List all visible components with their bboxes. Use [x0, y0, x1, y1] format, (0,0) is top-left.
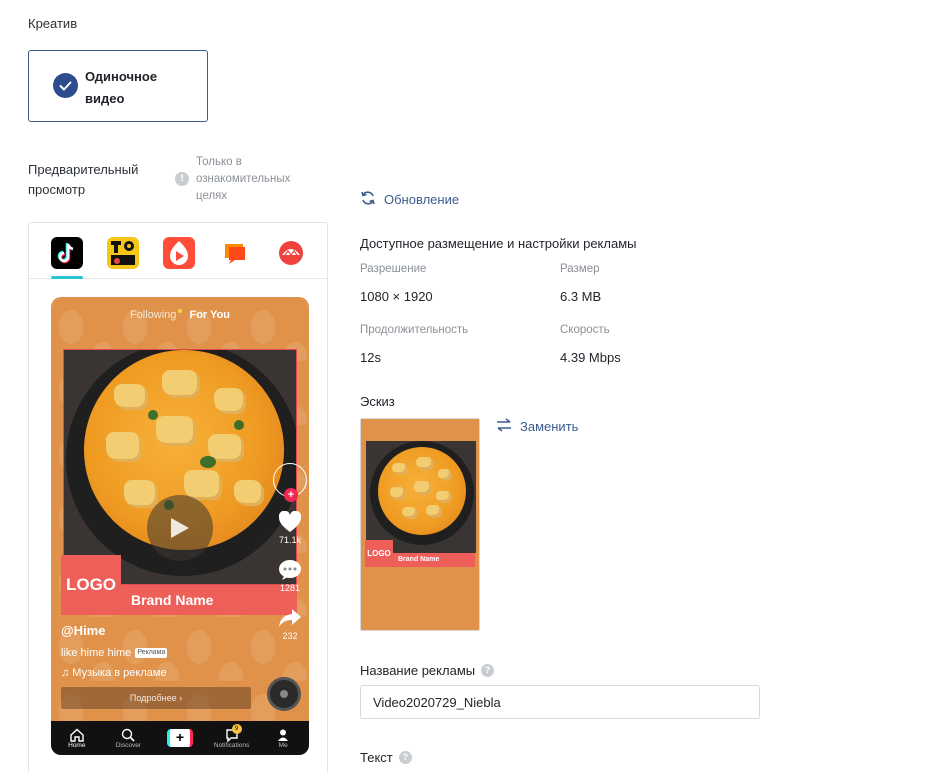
topbuzz-icon[interactable] [107, 237, 139, 269]
help-icon[interactable]: ? [398, 751, 412, 764]
nav-notifications[interactable]: 9 Notifications [210, 723, 254, 749]
comment-icon [279, 560, 301, 580]
create-plus-icon: + [166, 729, 193, 747]
platform-tabs [29, 223, 327, 279]
resolution-label: Разрешение [360, 263, 427, 275]
single-video-label: Одиночное видео [85, 69, 158, 106]
brand-logo: LOGO [61, 555, 121, 615]
tab-following[interactable]: Following [130, 309, 176, 321]
heart-icon [278, 510, 302, 532]
buzzvideo-icon[interactable] [219, 237, 251, 269]
size-value: 6.3 MB [560, 289, 602, 304]
text-label: Текст ? [360, 750, 412, 765]
video-caption: like hime hime Реклама [61, 647, 168, 659]
thumbnail-image: LOGO Brand Name [360, 418, 480, 631]
preview-label: Предварительный просмотр [28, 162, 139, 197]
size-label: Размер [560, 263, 600, 275]
like-button[interactable]: 71.1k [273, 510, 307, 545]
help-icon[interactable]: ? [481, 664, 495, 677]
play-icon[interactable] [147, 495, 213, 561]
text-label-text: Текст [360, 750, 393, 765]
nav-notifications-label: Notifications [213, 741, 250, 749]
placement-title: Доступное размещение и настройки рекламы [360, 236, 637, 251]
notifications-badge: 9 [231, 723, 242, 734]
details-button[interactable]: Подробнее › [61, 687, 251, 709]
nav-discover[interactable]: Discover [106, 728, 150, 749]
preview-panel: Following For You LOGO Brand Name + 71.1… [28, 222, 328, 772]
ad-badge: Реклама [135, 648, 168, 658]
ad-name-input[interactable] [360, 685, 760, 719]
nav-discover-label: Discover [115, 741, 142, 749]
share-icon [279, 609, 301, 627]
refresh-button[interactable]: Обновление [360, 190, 459, 209]
share-count: 232 [282, 631, 298, 641]
music-disc-icon[interactable] [267, 677, 301, 711]
home-icon [70, 728, 84, 742]
engagement-sidebar: + 71.1k 1281 232 [273, 463, 307, 641]
nav-home[interactable]: Home [55, 728, 99, 749]
refresh-icon [360, 190, 376, 209]
single-video-option[interactable]: Одиночное видео [28, 50, 208, 122]
preview-info-text: Только в ознакомительных целях [196, 156, 291, 202]
creative-section-title: Креатив [28, 16, 78, 31]
swap-icon [496, 418, 512, 435]
duration-value: 12s [360, 350, 381, 365]
speed-value: 4.39 Mbps [560, 350, 621, 365]
refresh-label: Обновление [384, 192, 460, 207]
resolution-value: 1080 × 1920 [360, 289, 433, 304]
speed-label: Скорость [560, 324, 610, 336]
phone-bottom-nav: Home Discover + 9 Notifications Me [51, 721, 309, 755]
info-icon: ! [175, 172, 189, 186]
profile-icon [278, 729, 289, 741]
music-label: ♫ Музыка в рекламе [61, 667, 167, 679]
pangle-icon[interactable] [275, 237, 307, 269]
nav-home-label: Home [68, 741, 86, 749]
account-handle: @Hime [61, 623, 106, 638]
tiktok-icon[interactable] [51, 237, 83, 279]
comment-count: 1281 [279, 583, 301, 593]
like-count: 71.1k [278, 535, 302, 545]
replace-label: Заменить [520, 419, 579, 434]
thumbnail-label: Эскиз [360, 394, 395, 409]
search-icon [122, 728, 135, 742]
avatar[interactable]: + [273, 463, 307, 502]
nav-create[interactable]: + [158, 729, 202, 747]
follow-plus-icon[interactable]: + [284, 488, 298, 502]
thumbnail-logo: LOGO [365, 540, 393, 567]
vigo-icon[interactable] [163, 237, 195, 269]
phone-preview: Following For You LOGO Brand Name + 71.1… [51, 297, 309, 755]
comment-button[interactable]: 1281 [273, 559, 307, 593]
nav-me-label: Me [278, 741, 288, 749]
ad-name-label-text: Название рекламы [360, 663, 476, 678]
phone-feed-tabs: Following For You [51, 309, 309, 321]
notification-dot [178, 309, 183, 313]
duration-label: Продолжительность [360, 324, 469, 336]
checkmark-icon [53, 73, 78, 98]
ad-name-label: Название рекламы ? [360, 663, 495, 678]
brand-name: Brand Name [121, 585, 297, 615]
share-button[interactable]: 232 [273, 607, 307, 641]
replace-thumbnail-button[interactable]: Заменить [496, 418, 578, 435]
nav-me[interactable]: Me [261, 728, 305, 749]
thumbnail-brand: Brand Name [393, 553, 475, 567]
caption-text: like hime hime [61, 647, 132, 659]
tab-for-you[interactable]: For You [189, 309, 230, 321]
